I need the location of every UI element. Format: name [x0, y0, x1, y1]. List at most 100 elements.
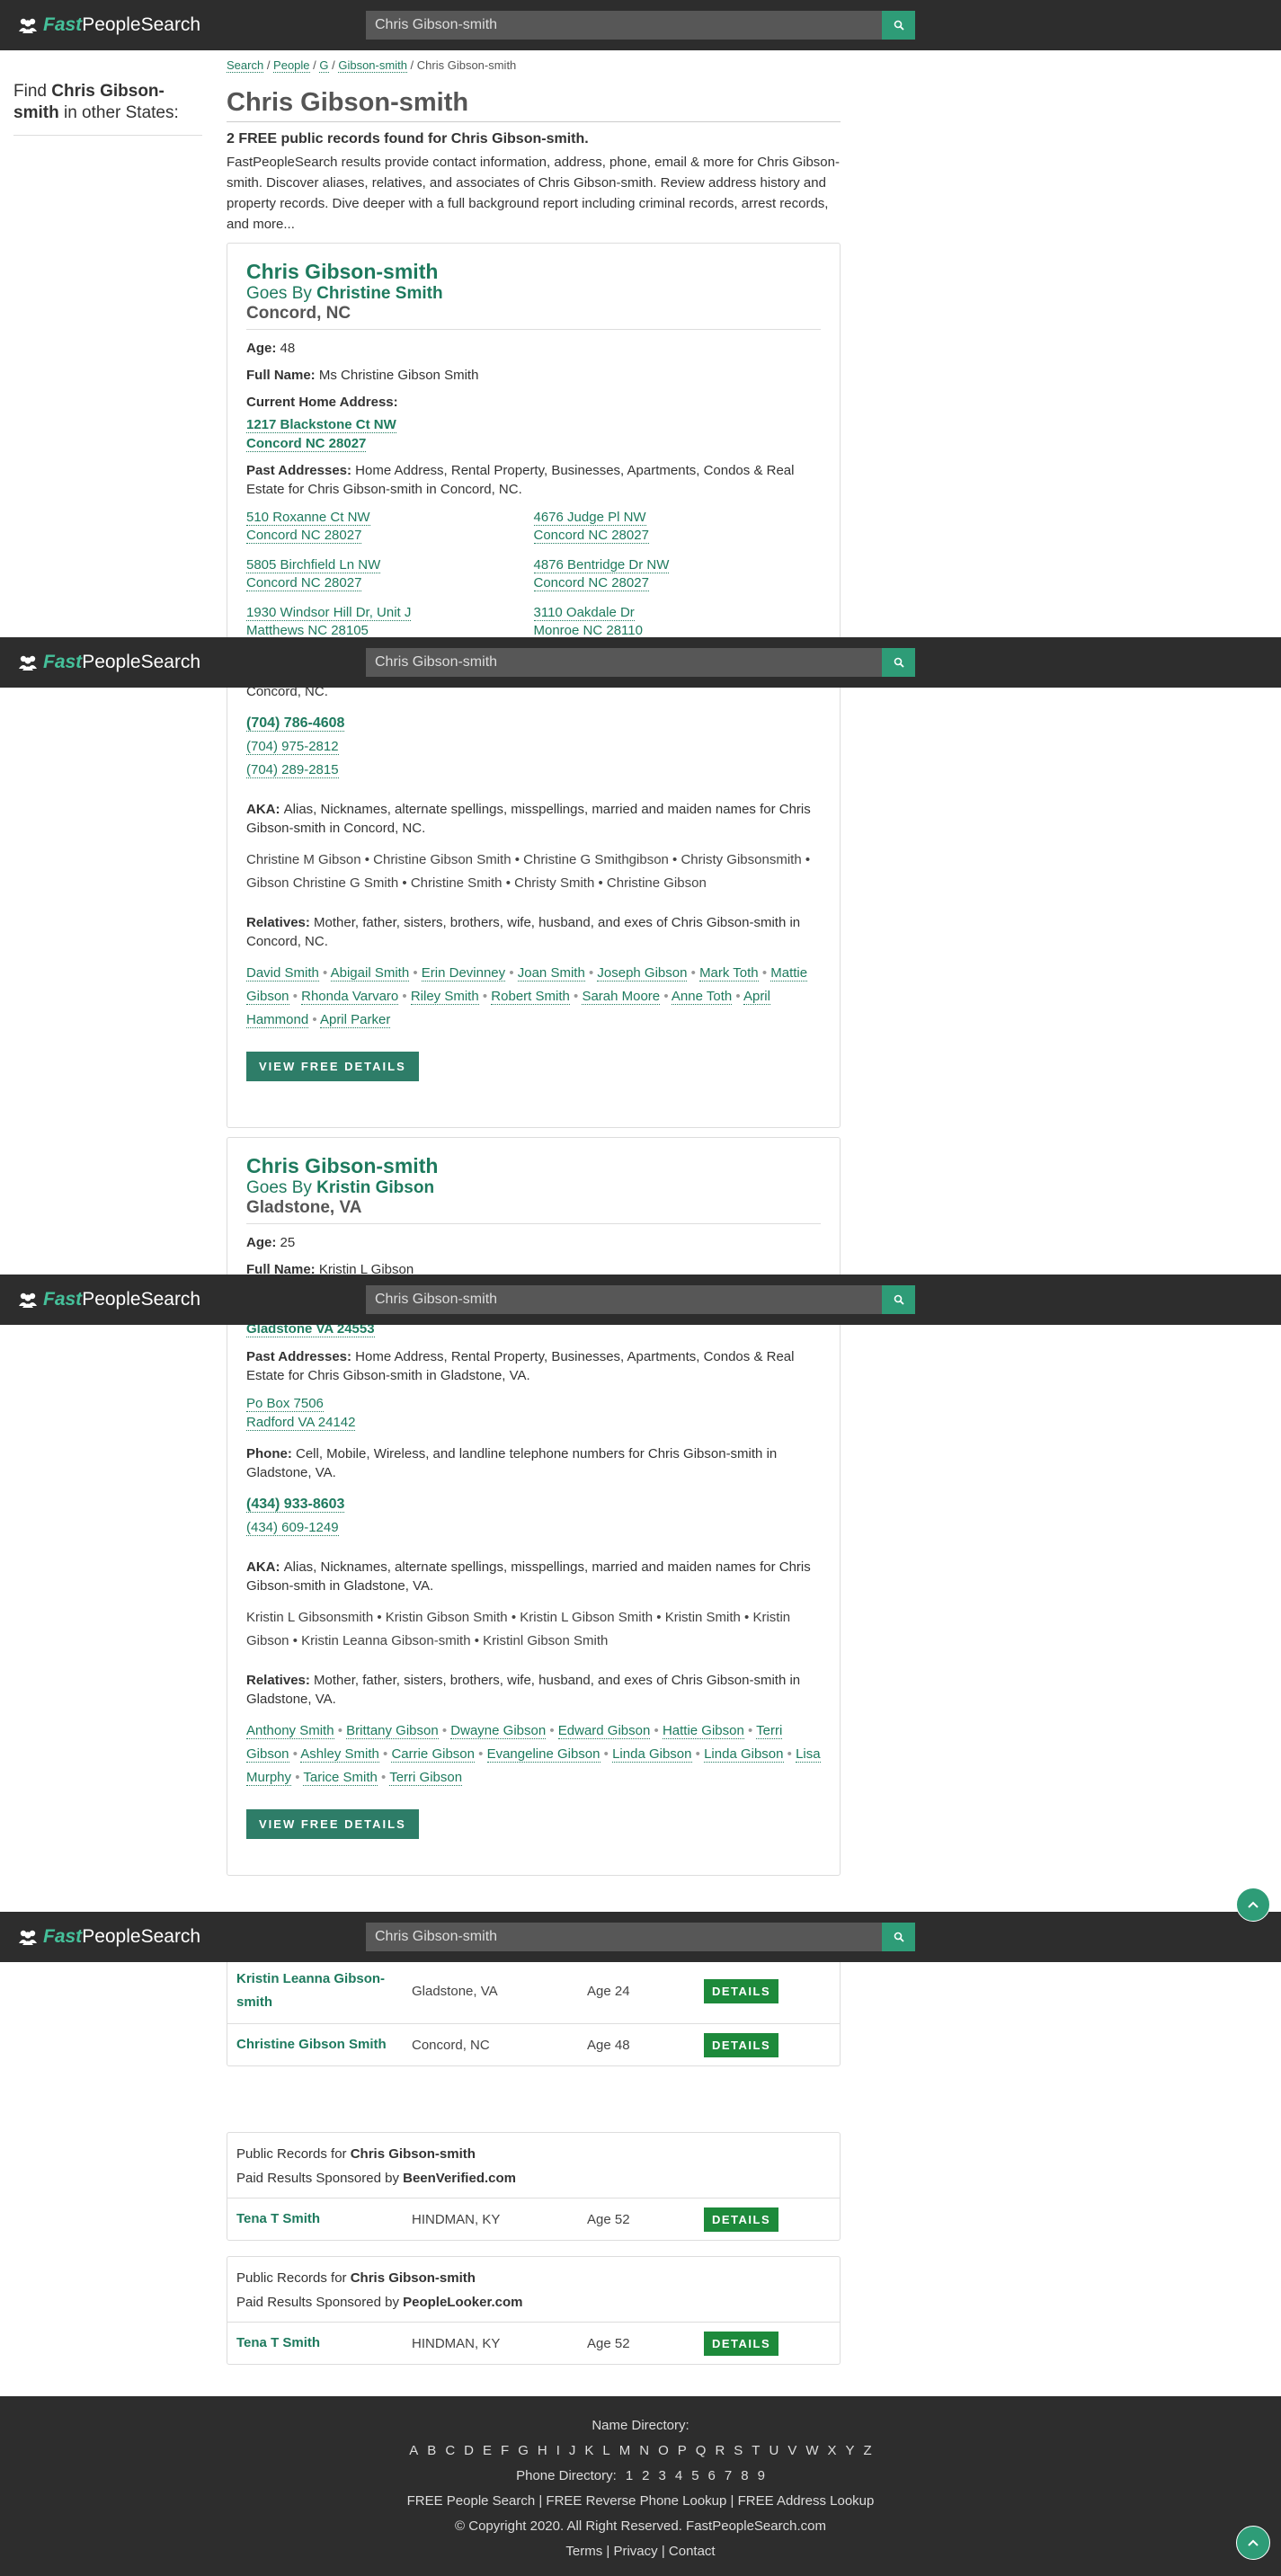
search-button[interactable]	[882, 1923, 915, 1951]
letter-link[interactable]: P	[678, 2443, 687, 2458]
letter-link[interactable]: L	[602, 2443, 609, 2458]
digit-link[interactable]: 1	[626, 2468, 633, 2483]
letter-link[interactable]: U	[769, 2443, 778, 2458]
relative-link[interactable]: Linda Gibson	[704, 1746, 784, 1763]
letter-link[interactable]: F	[501, 2443, 509, 2458]
scroll-top-button[interactable]	[1236, 2526, 1270, 2560]
details-button[interactable]: DETAILS	[704, 2331, 779, 2356]
past-address[interactable]: 5805 Birchfield Ln NW Concord NC 28027	[246, 556, 534, 592]
letter-link[interactable]: Z	[864, 2443, 872, 2458]
relative-link[interactable]: Riley Smith	[410, 989, 479, 1005]
current-address[interactable]: 1217 Blackstone Ct NW Concord NC 28027	[246, 415, 821, 453]
view-details-button[interactable]: VIEW FREE DETAILS	[246, 1052, 419, 1081]
letter-link[interactable]: E	[483, 2443, 492, 2458]
address-link[interactable]: 1217 Blackstone Ct NW	[246, 417, 396, 433]
letter-link[interactable]: A	[409, 2443, 418, 2458]
digit-link[interactable]: 9	[758, 2468, 765, 2483]
past-address[interactable]: 3110 Oakdale Dr Monroe NC 28110	[533, 604, 822, 640]
relative-link[interactable]: Hattie Gibson	[662, 1723, 744, 1739]
footer-link[interactable]: Terms	[565, 2544, 602, 2559]
digit-link[interactable]: 5	[691, 2468, 698, 2483]
relative-link[interactable]: Carrie Gibson	[391, 1746, 475, 1763]
relative-link[interactable]: Sarah Moore	[582, 989, 661, 1005]
relative-link[interactable]: Anne Toth	[671, 989, 733, 1005]
letter-link[interactable]: N	[639, 2443, 649, 2458]
search-button[interactable]	[882, 11, 915, 40]
footer-link[interactable]: FREE Reverse Phone Lookup	[546, 2493, 726, 2509]
breadcrumb-link[interactable]: Search	[227, 58, 264, 73]
relative-link[interactable]: Linda Gibson	[612, 1746, 692, 1763]
letter-link[interactable]: B	[427, 2443, 436, 2458]
letter-link[interactable]: D	[464, 2443, 474, 2458]
details-button[interactable]: DETAILS	[704, 1978, 779, 2003]
search-input[interactable]: Chris Gibson-smith	[366, 1285, 882, 1314]
relative-link[interactable]: Abigail Smith	[330, 965, 410, 982]
breadcrumb-link[interactable]: G	[319, 58, 329, 73]
past-address[interactable]: Po Box 7506 Radford VA 24142	[246, 1394, 821, 1432]
letter-link[interactable]: K	[584, 2443, 593, 2458]
letter-link[interactable]: S	[734, 2443, 743, 2458]
digit-link[interactable]: 3	[659, 2468, 666, 2483]
search-input[interactable]: Chris Gibson-smith	[366, 11, 882, 40]
relative-link[interactable]: David Smith	[246, 965, 319, 982]
relative-link[interactable]: Tarice Smith	[303, 1770, 378, 1786]
details-button[interactable]: DETAILS	[704, 2032, 779, 2057]
result-name[interactable]: Tena T Smith	[236, 2332, 412, 2355]
relative-link[interactable]: Brittany Gibson	[346, 1723, 439, 1739]
logo[interactable]: Fast PeopleSearch	[18, 1926, 200, 1948]
footer-link[interactable]: FREE Address Lookup	[738, 2493, 875, 2509]
letter-link[interactable]: W	[805, 2443, 818, 2458]
logo[interactable]: Fast PeopleSearch	[18, 652, 200, 673]
past-address[interactable]: 4676 Judge Pl NW Concord NC 28027	[533, 509, 822, 545]
address-link[interactable]: 4676 Judge Pl NW	[533, 510, 646, 526]
letter-link[interactable]: O	[658, 2443, 669, 2458]
letter-link[interactable]: G	[518, 2443, 529, 2458]
letter-link[interactable]: H	[538, 2443, 547, 2458]
relative-link[interactable]: Robert Smith	[491, 989, 570, 1005]
address-link[interactable]: 510 Roxanne Ct NW	[246, 510, 370, 526]
logo[interactable]: Fast PeopleSearch	[18, 14, 200, 36]
search-input[interactable]: Chris Gibson-smith	[366, 648, 882, 677]
digit-link[interactable]: 7	[725, 2468, 732, 2483]
relative-link[interactable]: Joan Smith	[517, 965, 585, 982]
relative-link[interactable]: Terri Gibson	[389, 1770, 463, 1786]
letter-link[interactable]: C	[445, 2443, 455, 2458]
address-link[interactable]: 5805 Birchfield Ln NW	[246, 557, 381, 573]
address-link[interactable]: Radford VA 24142	[246, 1415, 356, 1431]
scroll-top-button[interactable]	[1236, 1888, 1270, 1922]
phone-link[interactable]: (704) 786-4608	[246, 715, 345, 732]
letter-link[interactable]: J	[569, 2443, 576, 2458]
breadcrumb-link[interactable]: People	[273, 58, 310, 73]
relative-link[interactable]: Dwayne Gibson	[450, 1723, 547, 1739]
details-button[interactable]: DETAILS	[704, 2207, 779, 2232]
breadcrumb-link[interactable]: Gibson-smith	[338, 58, 407, 73]
address-link[interactable]: Po Box 7506	[246, 1396, 324, 1412]
person-name[interactable]: Chris Gibson-smith	[246, 1154, 821, 1178]
letter-link[interactable]: X	[828, 2443, 837, 2458]
address-link[interactable]: Concord NC 28027	[246, 528, 362, 544]
digit-link[interactable]: 2	[642, 2468, 649, 2483]
address-link[interactable]: 3110 Oakdale Dr	[533, 605, 635, 621]
letter-link[interactable]: I	[556, 2443, 560, 2458]
phone-link[interactable]: (434) 609-1249	[246, 1520, 339, 1536]
digit-link[interactable]: 8	[741, 2468, 748, 2483]
person-name[interactable]: Chris Gibson-smith	[246, 260, 821, 284]
phone-link[interactable]: (704) 975-2812	[246, 739, 339, 755]
phone-link[interactable]: (704) 289-2815	[246, 762, 339, 778]
relative-link[interactable]: Joseph Gibson	[597, 965, 688, 982]
logo[interactable]: Fast PeopleSearch	[18, 1289, 200, 1310]
letter-link[interactable]: Y	[846, 2443, 855, 2458]
letter-link[interactable]: T	[752, 2443, 760, 2458]
relative-link[interactable]: April Parker	[319, 1012, 391, 1028]
relative-link[interactable]: Evangeline Gibson	[486, 1746, 600, 1763]
relative-link[interactable]: Rhonda Varvaro	[301, 989, 399, 1005]
search-input[interactable]: Chris Gibson-smith	[366, 1923, 882, 1951]
address-link[interactable]: 1930 Windsor Hill Dr, Unit J	[246, 605, 412, 621]
relative-link[interactable]: Edward Gibson	[557, 1723, 651, 1739]
result-name[interactable]: Tena T Smith	[236, 2207, 412, 2231]
address-link[interactable]: Concord NC 28027	[246, 575, 362, 591]
footer-link[interactable]: FREE People Search	[407, 2493, 536, 2509]
letter-link[interactable]: M	[619, 2443, 631, 2458]
address-link[interactable]: Concord NC 28027	[246, 436, 367, 452]
relative-link[interactable]: Mark Toth	[699, 965, 759, 982]
